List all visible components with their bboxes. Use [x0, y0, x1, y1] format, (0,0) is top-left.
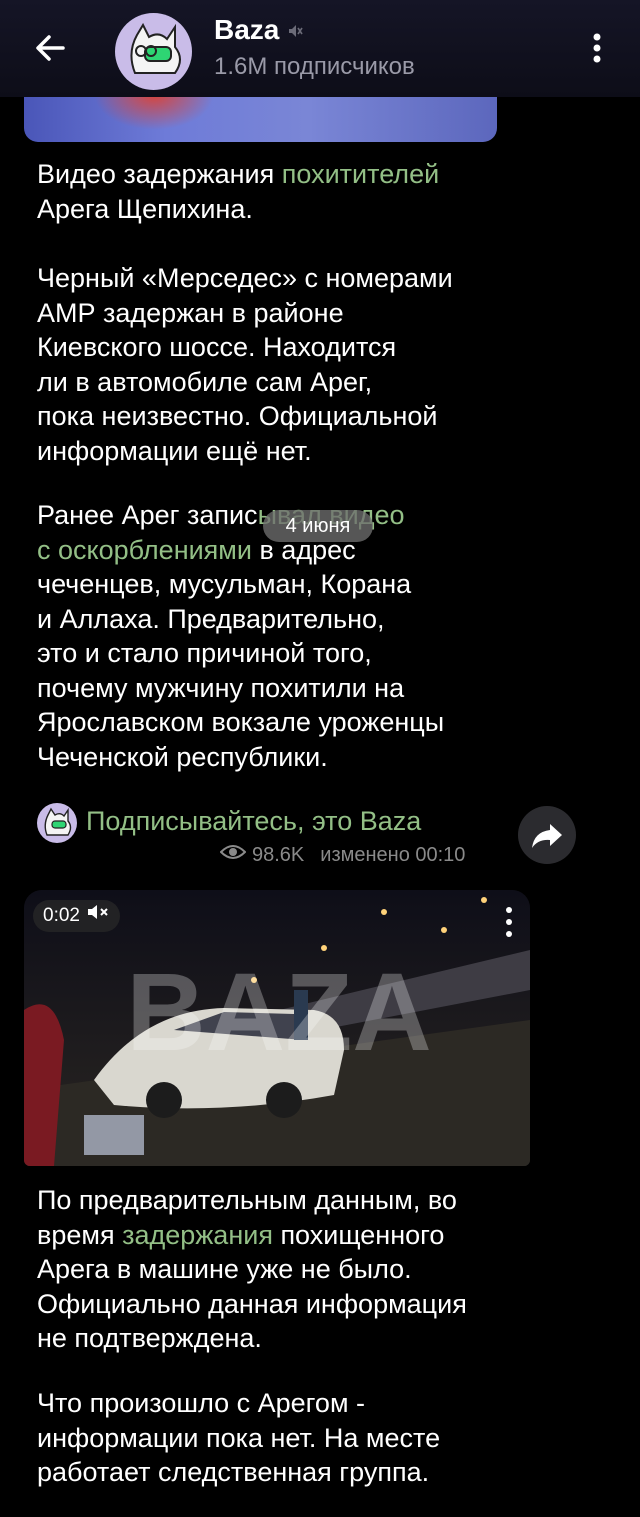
share-button[interactable]	[518, 806, 576, 864]
post-meta: 98.6K изменено 00:10	[219, 843, 466, 867]
post-paragraph: По предварительным данным, во время заде…	[37, 1185, 467, 1353]
video-more-icon[interactable]	[504, 904, 514, 940]
video-duration-badge[interactable]: 0:02	[33, 900, 120, 932]
more-vertical-icon[interactable]	[584, 28, 610, 68]
video-watermark: BAZA	[126, 951, 432, 1074]
post-paragraph: Видео задержания похитителей Арега Щепих…	[37, 159, 440, 224]
edited-time: изменено 00:10	[320, 843, 466, 866]
view-count: 98.6K	[252, 843, 305, 866]
eye-icon	[219, 843, 247, 867]
hashtag-link[interactable]: похитителей	[282, 159, 439, 189]
date-separator: 4 июня	[263, 510, 373, 542]
video-player[interactable]: BAZA 0:02	[24, 890, 530, 1166]
back-arrow-icon[interactable]	[30, 28, 70, 68]
detention-link[interactable]: задержания	[122, 1220, 273, 1250]
signature-avatar[interactable]	[37, 803, 77, 843]
subscriber-count: 1.6M подписчиков	[214, 53, 415, 80]
muted-icon	[286, 22, 304, 40]
channel-avatar[interactable]	[115, 13, 192, 90]
subscribe-link[interactable]: Подписывайтесь, это Baza	[86, 806, 421, 837]
post-paragraph: Черный «Мерседес» с номерами АМР задержа…	[37, 263, 453, 466]
post-paragraph: Что произошло с Арегом - информации пока…	[37, 1388, 441, 1487]
channel-title[interactable]: Baza	[214, 14, 279, 46]
video-duration: 0:02	[43, 905, 80, 926]
muted-speaker-icon	[86, 900, 110, 932]
channel-header: Baza 1.6M подписчиков	[0, 0, 640, 97]
